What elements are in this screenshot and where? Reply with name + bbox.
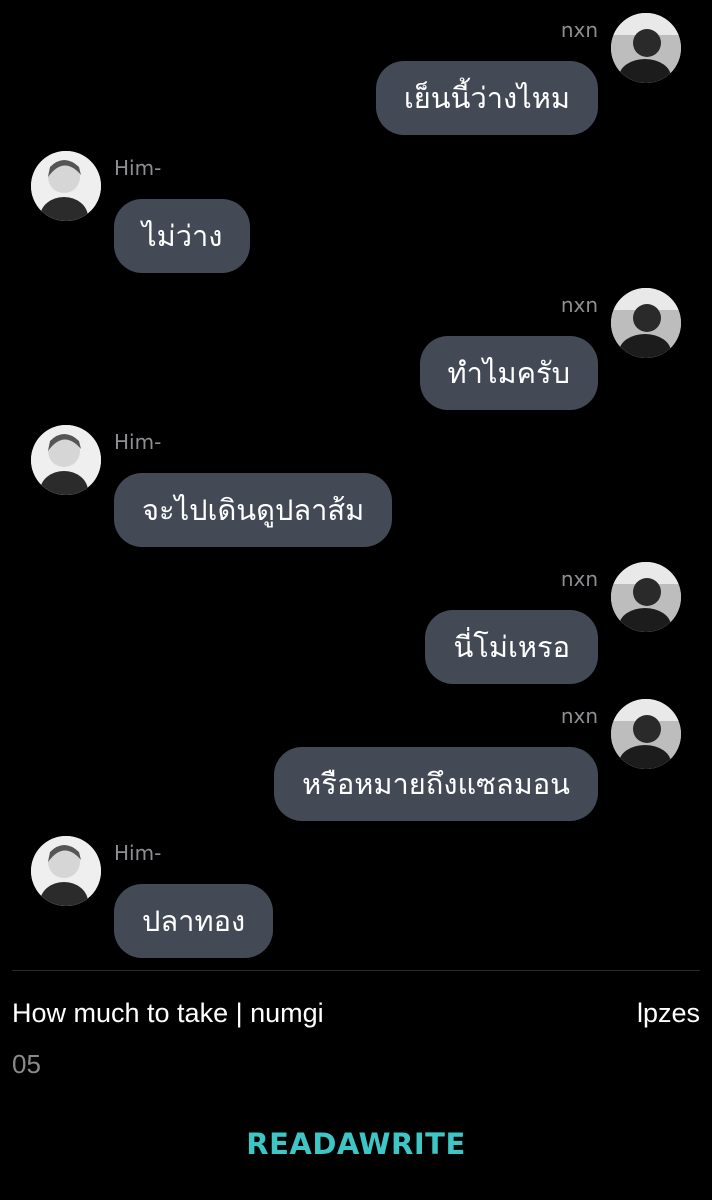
avatar[interactable] — [611, 13, 681, 83]
avatar[interactable] — [31, 151, 101, 221]
sender-name: Him- — [114, 430, 162, 454]
message-bubble[interactable]: ปลาทอง — [114, 884, 274, 958]
chapter-number: 05 — [12, 1049, 41, 1079]
sender-name: Him- — [114, 156, 162, 180]
message-bubble[interactable]: เย็นนี้ว่างไหม — [375, 61, 598, 135]
avatar-photo-icon — [611, 699, 681, 769]
avatar[interactable] — [611, 288, 681, 358]
message-bubble[interactable]: ไม่ว่าง — [114, 199, 251, 273]
sender-name: Him- — [114, 841, 162, 865]
message-bubble[interactable]: ทำไมครับ — [419, 336, 598, 410]
story-title[interactable]: How much to take | numgi — [12, 995, 324, 1031]
avatar-photo-icon — [31, 151, 101, 221]
avatar-photo-icon — [611, 13, 681, 83]
message-bubble[interactable]: นี่โม่เหรอ — [425, 610, 598, 684]
avatar-photo-icon — [611, 288, 681, 358]
sender-name: nxn — [560, 293, 598, 317]
readawrite-logo: READAWRITE — [246, 1127, 466, 1161]
avatar-photo-icon — [31, 836, 101, 906]
avatar[interactable] — [611, 562, 681, 632]
sender-name: nxn — [560, 704, 598, 728]
sender-name: nxn — [560, 567, 598, 591]
avatar[interactable] — [611, 699, 681, 769]
avatar-photo-icon — [31, 425, 101, 495]
sender-name: nxn — [560, 18, 598, 42]
avatar-photo-icon — [611, 562, 681, 632]
author-name[interactable]: lpzes — [637, 995, 700, 1031]
message-bubble[interactable]: หรือหมายถึงแซลมอน — [274, 747, 598, 821]
avatar[interactable] — [31, 425, 101, 495]
message-bubble[interactable]: จะไปเดินดูปลาส้ม — [114, 473, 393, 547]
avatar[interactable] — [31, 836, 101, 906]
divider — [12, 970, 700, 971]
